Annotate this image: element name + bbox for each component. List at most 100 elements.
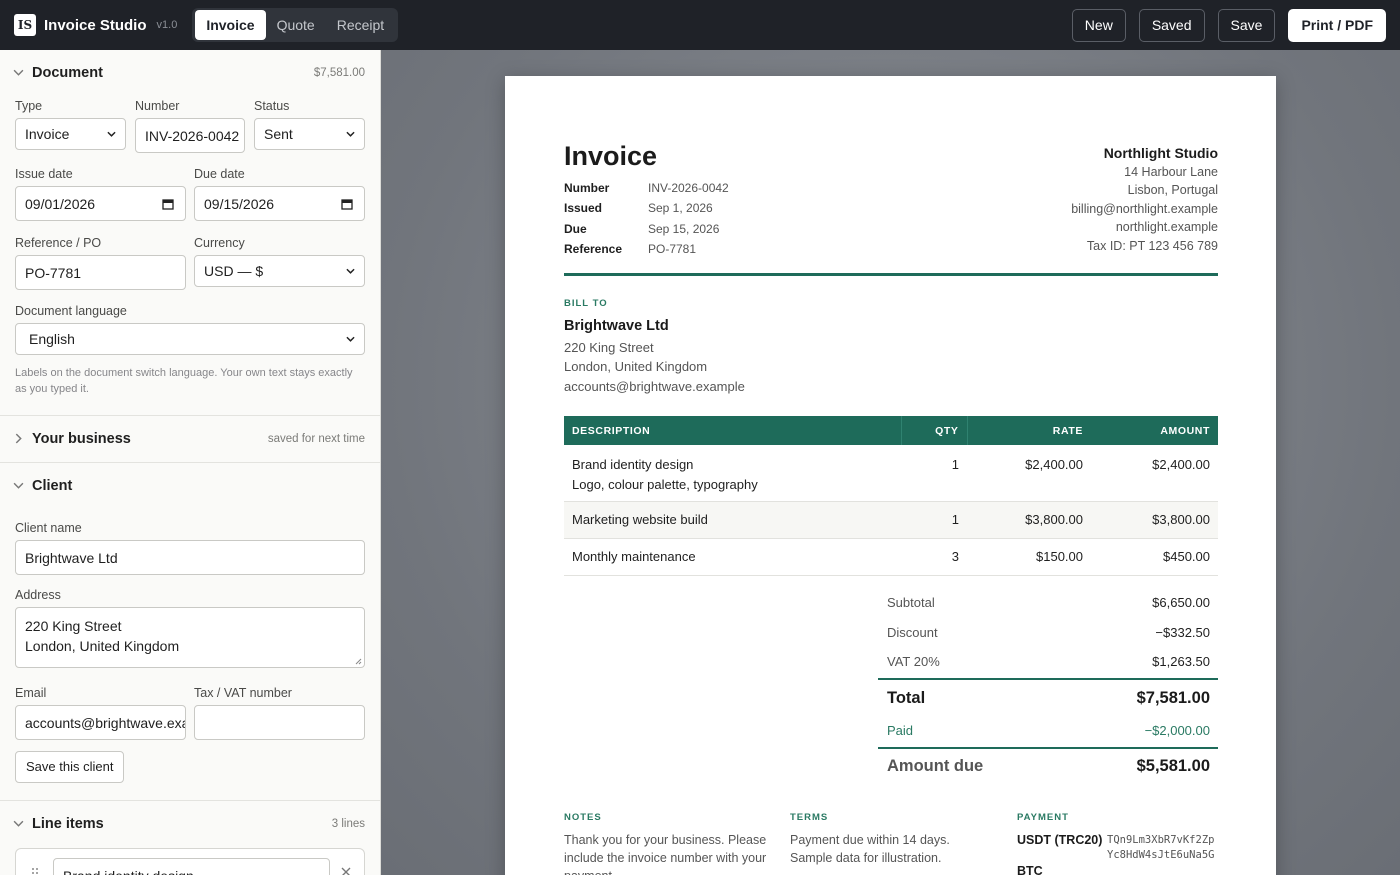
table-header-row: DESCRIPTION QTY RATE AMOUNT	[564, 416, 1218, 445]
client-name-input[interactable]: Brightwave Ltd	[15, 540, 365, 575]
notes-text: Thank you for your business. Please incl…	[564, 833, 767, 875]
client-line: accounts@brightwave.example	[564, 378, 745, 394]
item-rate: $150.00	[967, 538, 1091, 576]
app-logo: IS	[14, 14, 36, 36]
payment-block: USDT (TRC20) TQn9Lm3XbR7vKf2Zp Yc8HdW4sJ…	[1017, 831, 1227, 875]
saved-button[interactable]: Saved	[1138, 9, 1205, 42]
sender-line: Lisbon, Portugal	[1127, 183, 1218, 198]
tab-invoice[interactable]: Invoice	[195, 10, 266, 40]
item-qty: 1	[901, 445, 967, 502]
discount-row: Discount −$332.50	[878, 625, 1218, 645]
drag-handle-icon[interactable]	[31, 867, 39, 875]
status-select[interactable]: Sent	[254, 118, 365, 150]
status-label: Status	[254, 99, 290, 113]
resize-handle-icon[interactable]	[355, 658, 362, 665]
chevron-right-icon	[15, 433, 22, 444]
section-title: Document	[32, 65, 103, 81]
meta-key: Issued	[564, 201, 603, 215]
chevron-down-icon	[346, 336, 355, 342]
invoice-title: Invoice	[564, 141, 658, 171]
due-date-label: Due date	[194, 167, 245, 181]
total-key: Discount	[887, 625, 938, 640]
print-pdf-button[interactable]: Print / PDF	[1288, 9, 1386, 42]
item-qty: 1	[901, 501, 967, 539]
total-value: $1,263.50	[1152, 654, 1210, 669]
meta-key: Number	[564, 181, 610, 195]
calendar-icon[interactable]	[341, 198, 353, 210]
chevron-down-icon	[346, 131, 355, 137]
number-input[interactable]: INV-2026-0042	[135, 118, 245, 153]
payment-method: USDT (TRC20)	[1017, 833, 1103, 847]
table-row: Brand identity design Logo, colour palet…	[564, 445, 1218, 502]
section-document-header[interactable]: Document $7,581.00	[0, 50, 380, 96]
tab-quote[interactable]: Quote	[266, 10, 326, 40]
meta-value: PO-7781	[648, 242, 697, 256]
column-header: RATE	[967, 416, 1091, 445]
address-textarea[interactable]: 220 King Street London, United Kingdom	[15, 607, 365, 668]
type-select[interactable]: Invoice	[15, 118, 126, 150]
issue-date-value: 09/01/2026	[25, 195, 96, 212]
top-bar: IS Invoice Studio v1.0 Invoice Quote Rec…	[0, 0, 1400, 50]
chevron-down-icon	[13, 820, 24, 827]
chevron-down-icon	[13, 482, 24, 489]
reference-label: Reference / PO	[15, 236, 102, 250]
issue-date-input[interactable]: 09/01/2026	[15, 186, 186, 221]
chevron-down-icon	[107, 131, 116, 137]
total-value: $7,581.00	[1136, 689, 1210, 707]
bill-to-label: BILL TO	[564, 298, 608, 309]
column-header: DESCRIPTION	[564, 416, 902, 445]
item-description: Marketing website build	[564, 501, 901, 539]
address-line: London, United Kingdom	[25, 638, 180, 654]
line-count: 3 lines	[331, 818, 365, 830]
client-line: 220 King Street	[564, 339, 654, 355]
close-icon[interactable]	[341, 867, 351, 875]
line-item-card: Brand identity design	[15, 848, 365, 875]
section-business-header[interactable]: Your business saved for next time	[0, 416, 380, 462]
line-item-description-input[interactable]: Brand identity design	[53, 858, 330, 875]
currency-select[interactable]: USD — $	[194, 255, 365, 287]
top-actions: New Saved Save Print / PDF	[1071, 9, 1386, 42]
section-title: Client	[32, 478, 73, 494]
number-value: INV-2026-0042	[145, 127, 240, 144]
meta-value: Sep 15, 2026	[648, 222, 720, 236]
total-row: Total $7,581.00	[878, 689, 1218, 709]
total-key: Amount due	[887, 757, 984, 775]
items-table: DESCRIPTION QTY RATE AMOUNT Brand identi…	[564, 416, 1218, 576]
header-rule	[564, 273, 1218, 276]
address-label: Address	[15, 588, 61, 602]
amount-due-row: Amount due $5,581.00	[878, 757, 1218, 777]
due-date-value: 09/15/2026	[204, 195, 275, 212]
tab-receipt[interactable]: Receipt	[326, 10, 395, 40]
issue-date-label: Issue date	[15, 167, 73, 181]
terms-text: Payment due within 14 days. Sample data …	[790, 833, 950, 865]
app-name: Invoice Studio	[44, 16, 147, 34]
meta-value: Sep 1, 2026	[648, 201, 713, 215]
app-version: v1.0	[156, 19, 178, 31]
language-select[interactable]: English	[15, 323, 365, 355]
vat-row: VAT 20% $1,263.50	[878, 654, 1218, 674]
save-client-button[interactable]: Save this client	[15, 751, 125, 783]
sender-block: Northlight Studio 14 Harbour Lane Lisbon…	[1071, 144, 1218, 255]
calendar-icon[interactable]	[162, 198, 174, 210]
language-label: Document language	[15, 304, 127, 318]
total-value: −$332.50	[1155, 625, 1210, 640]
email-input[interactable]: accounts@brightwave.example	[15, 705, 186, 740]
reference-input[interactable]: PO-7781	[15, 255, 186, 290]
wallet-address: TQn9Lm3XbR7vKf2Zp Yc8HdW4sJtE6uNa5G	[1107, 833, 1214, 863]
meta-value: INV-2026-0042	[648, 181, 729, 195]
chevron-down-icon	[13, 69, 24, 76]
new-button[interactable]: New	[1071, 9, 1126, 42]
column-header: QTY	[901, 416, 968, 445]
client-name: Brightwave Ltd	[564, 318, 669, 334]
item-subtitle: Logo, colour palette, typography	[572, 477, 758, 492]
total-key: VAT 20%	[887, 654, 940, 669]
type-label: Type	[15, 99, 43, 113]
tax-input[interactable]	[194, 705, 365, 740]
total-value: −$2,000.00	[1144, 723, 1210, 738]
chevron-down-icon	[346, 268, 355, 274]
paid-row: Paid −$2,000.00	[878, 723, 1218, 743]
section-line-items-header[interactable]: Line items 3 lines	[0, 801, 380, 847]
due-date-input[interactable]: 09/15/2026	[194, 186, 365, 221]
save-button[interactable]: Save	[1217, 9, 1276, 42]
section-client-header[interactable]: Client	[0, 463, 380, 509]
